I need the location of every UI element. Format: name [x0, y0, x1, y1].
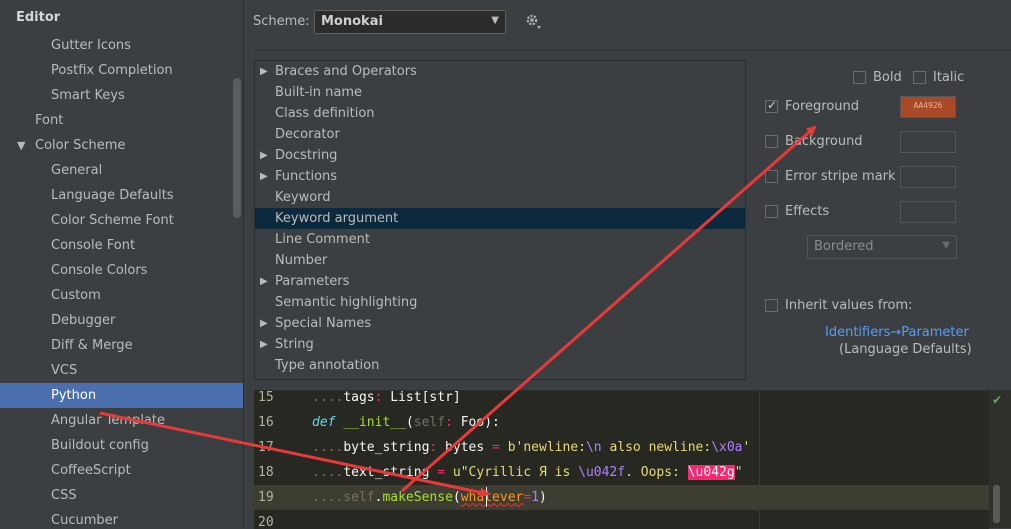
settings-sidebar: Editor Gutter Icons Postfix Completion S…: [0, 0, 243, 528]
sidebar-item-language-defaults[interactable]: Language Defaults: [0, 183, 243, 208]
italic-checkbox[interactable]: [913, 71, 926, 84]
sidebar-item-python[interactable]: Python: [0, 383, 243, 408]
tree-item-parameters[interactable]: ▶ Parameters: [255, 271, 745, 292]
sidebar-item-gutter-icons[interactable]: Gutter Icons: [0, 33, 243, 58]
gear-icon[interactable]: [524, 12, 542, 34]
background-color-swatch[interactable]: [900, 131, 956, 153]
inherit-source-language: (Language Defaults): [839, 342, 972, 357]
bold-checkbox[interactable]: [853, 71, 866, 84]
background-label: Background: [785, 134, 863, 149]
attributes-tree: ▶ Braces and Operators Built-in name Clas…: [254, 60, 746, 380]
code-line: 16 def __init__(self: Foo):: [254, 410, 989, 435]
sidebar-item-buildout-config[interactable]: Buildout config: [0, 433, 243, 458]
tree-item-type-annotation[interactable]: Type annotation: [255, 355, 745, 376]
sidebar-item-angular-template[interactable]: Angular Template: [0, 408, 243, 433]
sidebar-item-smart-keys[interactable]: Smart Keys: [0, 83, 243, 108]
tree-item-built-in-name[interactable]: Built-in name: [255, 82, 745, 103]
expand-arrow-icon[interactable]: ▶: [260, 145, 268, 166]
error-stripe-label: Error stripe mark: [785, 169, 896, 184]
tree-item-number[interactable]: Number: [255, 250, 745, 271]
foreground-label: Foreground: [785, 99, 860, 114]
sidebar-section-editor[interactable]: Editor: [0, 5, 243, 30]
foreground-checkbox[interactable]: [765, 98, 778, 113]
sidebar-item-css[interactable]: CSS: [0, 483, 243, 508]
tree-item-functions[interactable]: ▶ Functions: [255, 166, 745, 187]
code-line-current: 19 ....self.makeSense(whatever=1): [254, 485, 989, 510]
line-number: 19: [258, 490, 274, 505]
tree-item-line-comment[interactable]: Line Comment: [255, 229, 745, 250]
error-stripe-checkbox[interactable]: [765, 170, 778, 183]
tree-item-string[interactable]: ▶ String: [255, 334, 745, 355]
tree-item-braces-and-operators[interactable]: ▶ Braces and Operators: [255, 61, 745, 82]
sidebar-item-vcs[interactable]: VCS: [0, 358, 243, 383]
effects-type-dropdown[interactable]: Bordered ▼: [807, 235, 957, 259]
line-number: 17: [258, 440, 274, 455]
inherit-label: Inherit values from:: [785, 298, 913, 313]
code-text: ....byte_string: bytes = b'newline:\n al…: [312, 440, 751, 455]
error-stripe-color-swatch[interactable]: [900, 166, 956, 188]
color-scheme-panel: Scheme: Monokai ▼ ▶ Braces and Operators …: [244, 0, 1011, 529]
background-checkbox[interactable]: [765, 135, 778, 148]
editor-scroll-thumb[interactable]: [993, 485, 1000, 523]
foreground-hex: AA4926: [913, 101, 943, 110]
expand-arrow-icon[interactable]: ▶: [260, 166, 268, 187]
line-number: 20: [258, 515, 274, 529]
effects-type-value: Bordered: [814, 239, 874, 254]
code-text: ....tags: List[str]: [312, 390, 461, 405]
expand-arrow-icon[interactable]: ▶: [260, 61, 268, 82]
sidebar-item-console-colors[interactable]: Console Colors: [0, 258, 243, 283]
code-line: 20: [254, 510, 989, 529]
sidebar-item-postfix-completion[interactable]: Postfix Completion: [0, 58, 243, 83]
code-text: ....text_string = u"Cyrillic Я is \u042f…: [312, 465, 743, 480]
tree-item-docstring[interactable]: ▶ Docstring: [255, 145, 745, 166]
sidebar-item-coffeescript[interactable]: CoffeeScript: [0, 458, 243, 483]
bold-label: Bold: [873, 70, 902, 85]
sidebar-scrollbar[interactable]: [233, 78, 241, 218]
sidebar-item-console-font[interactable]: Console Font: [0, 233, 243, 258]
scheme-label: Scheme:: [253, 14, 310, 29]
line-number: 15: [258, 390, 274, 405]
editor-scrollbar[interactable]: ✔: [989, 390, 1011, 528]
text-caret: [486, 487, 487, 507]
effects-checkbox[interactable]: [765, 205, 778, 218]
tree-item-keyword[interactable]: Keyword: [255, 187, 745, 208]
line-number: 16: [258, 415, 274, 430]
inherit-source-link[interactable]: Identifiers→Parameter: [825, 325, 969, 340]
code-line: 18 ....text_string = u"Cyrillic Я is \u04…: [254, 460, 989, 485]
tree-item-keyword-argument[interactable]: Keyword argument: [255, 208, 745, 229]
code-line: 17 ....byte_string: bytes = b'newline:\n …: [254, 435, 989, 460]
scheme-dropdown[interactable]: Monokai ▼: [314, 10, 506, 34]
tree-item-semantic-highlighting[interactable]: Semantic highlighting: [255, 292, 745, 313]
tree-item-special-names[interactable]: ▶ Special Names: [255, 313, 745, 334]
tree-item-decorator[interactable]: Decorator: [255, 124, 745, 145]
sidebar-item-custom[interactable]: Custom: [0, 283, 243, 308]
sidebar-item-diff-merge[interactable]: Diff & Merge: [0, 333, 243, 358]
expand-arrow-icon[interactable]: ▶: [260, 313, 268, 334]
code-text: def __init__(self: Foo):: [312, 415, 500, 430]
code-line: 15 ....tags: List[str]: [254, 390, 989, 410]
sidebar-item-general[interactable]: General: [0, 158, 243, 183]
sidebar-item-cucumber[interactable]: Cucumber: [0, 508, 243, 528]
sidebar-item-color-scheme-font[interactable]: Color Scheme Font: [0, 208, 243, 233]
expand-arrow-icon[interactable]: ▶: [260, 334, 268, 355]
inherit-checkbox[interactable]: [765, 299, 778, 312]
sidebar-item-color-scheme[interactable]: ▼ Color Scheme: [0, 133, 243, 158]
expand-arrow-icon[interactable]: ▶: [260, 271, 268, 292]
line-number: 18: [258, 465, 274, 480]
preview-editor[interactable]: 15 ....tags: List[str] 16 def __init__(sel…: [254, 390, 989, 529]
code-text: ....self.makeSense(whatever=1): [312, 490, 547, 505]
expand-arrow-icon[interactable]: ▼: [17, 133, 25, 158]
effects-label: Effects: [785, 204, 830, 219]
sidebar-item-debugger[interactable]: Debugger: [0, 308, 243, 333]
italic-label: Italic: [933, 70, 965, 85]
chevron-down-icon: ▼: [491, 15, 499, 26]
inspection-ok-icon: ✔: [992, 393, 1003, 407]
scheme-value: Monokai: [321, 14, 383, 29]
foreground-color-swatch[interactable]: AA4926: [900, 96, 956, 118]
separator: [253, 50, 1011, 51]
chevron-down-icon: ▼: [942, 240, 950, 251]
tree-item-class-definition[interactable]: Class definition: [255, 103, 745, 124]
effects-color-swatch[interactable]: [900, 201, 956, 223]
sidebar-item-font[interactable]: Font: [0, 108, 243, 133]
